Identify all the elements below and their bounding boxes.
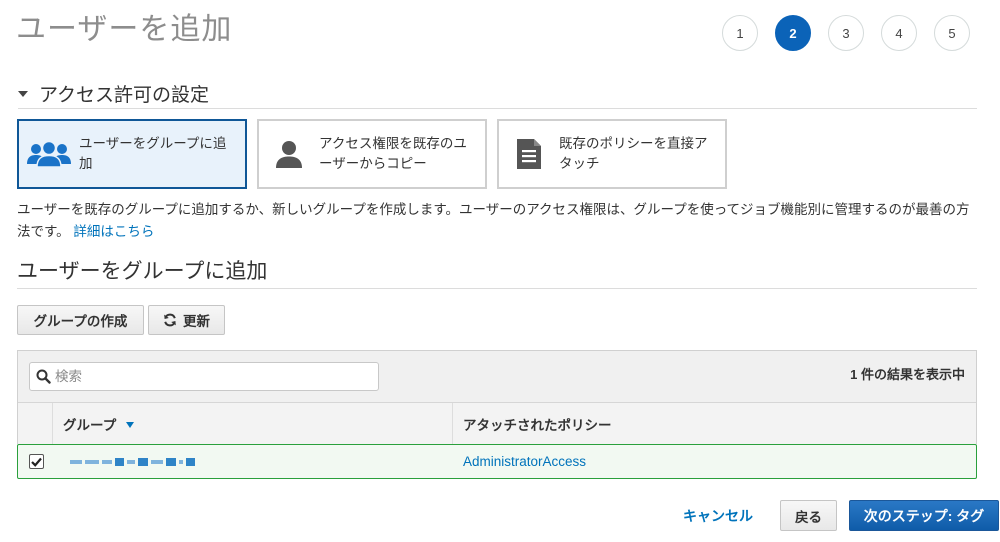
column-header-policy[interactable]: アタッチされたポリシー [453, 403, 976, 444]
table-row[interactable]: AdministratorAccess [17, 444, 977, 479]
users-group-icon [19, 140, 79, 168]
wizard-steps: 1 2 3 4 5 [722, 15, 970, 51]
step-3[interactable]: 3 [828, 15, 864, 51]
table-toolbar: 1 件の結果を表示中 [18, 351, 976, 403]
group-section-title: ユーザーをグループに追加 [17, 255, 977, 289]
refresh-label: 更新 [183, 314, 210, 329]
step-5[interactable]: 5 [934, 15, 970, 51]
caret-down-icon [18, 91, 28, 97]
back-button[interactable]: 戻る [780, 500, 837, 531]
option-copy-permissions[interactable]: アクセス権限を既存のユーザーからコピー [257, 119, 487, 189]
column-header-group[interactable]: グループ [53, 403, 453, 444]
header-checkbox-cell [18, 403, 53, 444]
option-label: アクセス権限を既存のユーザーからコピー [319, 136, 467, 171]
option-label: ユーザーをグループに追加 [79, 136, 227, 171]
group-name-redacted[interactable] [70, 457, 195, 466]
create-group-button[interactable]: グループの作成 [17, 305, 144, 335]
step-4[interactable]: 4 [881, 15, 917, 51]
permissions-description: ユーザーを既存のグループに追加するか、新しいグループを作成します。ユーザーのアク… [17, 199, 982, 243]
cancel-button[interactable]: キャンセル [683, 506, 753, 526]
search-input[interactable] [55, 369, 355, 384]
column-label: アタッチされたポリシー [463, 417, 612, 433]
step-1[interactable]: 1 [722, 15, 758, 51]
groups-table: 1 件の結果を表示中 グループ アタッチされたポリシー [17, 350, 977, 444]
table-header: グループ アタッチされたポリシー [18, 403, 976, 444]
permissions-section-title: アクセス許可の設定 [39, 84, 210, 106]
refresh-button[interactable]: 更新 [148, 305, 225, 335]
refresh-icon [163, 313, 177, 327]
permissions-section-header[interactable]: アクセス許可の設定 [18, 78, 977, 109]
page-title: ユーザーを追加 [16, 13, 233, 46]
option-label: 既存のポリシーを直接アタッチ [559, 136, 708, 171]
user-icon [259, 139, 319, 169]
option-attach-policy[interactable]: 既存のポリシーを直接アタッチ [497, 119, 727, 189]
document-icon [499, 138, 559, 170]
search-icon [36, 369, 51, 384]
checkmark-icon [31, 457, 42, 467]
learn-more-link[interactable]: 詳細はこちら [73, 224, 154, 239]
search-box[interactable] [29, 362, 379, 391]
step-2[interactable]: 2 [775, 15, 811, 51]
row-checkbox[interactable] [29, 454, 44, 469]
column-label: グループ [63, 417, 117, 433]
description-text: ユーザーを既存のグループに追加するか、新しいグループを作成します。ユーザーのアク… [17, 202, 970, 239]
next-step-button[interactable]: 次のステップ: タグ [849, 500, 999, 531]
option-add-to-group[interactable]: ユーザーをグループに追加 [17, 119, 247, 189]
sort-desc-icon [126, 421, 135, 428]
policy-link[interactable]: AdministratorAccess [463, 454, 586, 469]
result-count: 1 件の結果を表示中 [850, 367, 965, 382]
